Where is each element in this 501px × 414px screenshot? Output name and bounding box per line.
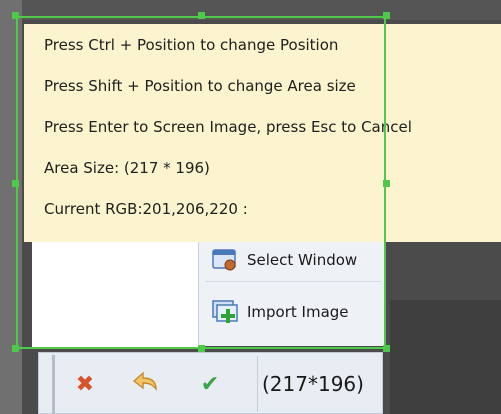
background-shadow	[390, 300, 501, 414]
back-arrow-icon	[131, 369, 159, 399]
resize-handle-top-right[interactable]	[383, 12, 390, 19]
resize-handle-bottom[interactable]	[198, 345, 205, 352]
area-size-readout: (217*196)	[262, 372, 364, 396]
confirm-button[interactable]: ✔	[195, 370, 225, 398]
toolbar-separator	[257, 356, 258, 412]
resize-handle-bottom-left[interactable]	[12, 345, 19, 352]
close-icon: ✖	[75, 371, 95, 397]
selection-rectangle[interactable]	[16, 16, 386, 349]
toolbar-grip	[52, 355, 55, 414]
checkmark-icon: ✔	[200, 371, 220, 397]
resize-handle-top-left[interactable]	[12, 12, 19, 19]
undo-button[interactable]	[130, 370, 160, 398]
cancel-button[interactable]: ✖	[70, 370, 100, 398]
resize-handle-bottom-right[interactable]	[383, 345, 390, 352]
resize-handle-right[interactable]	[383, 180, 390, 187]
resize-handle-left[interactable]	[12, 180, 19, 187]
resize-handle-top[interactable]	[198, 12, 205, 19]
